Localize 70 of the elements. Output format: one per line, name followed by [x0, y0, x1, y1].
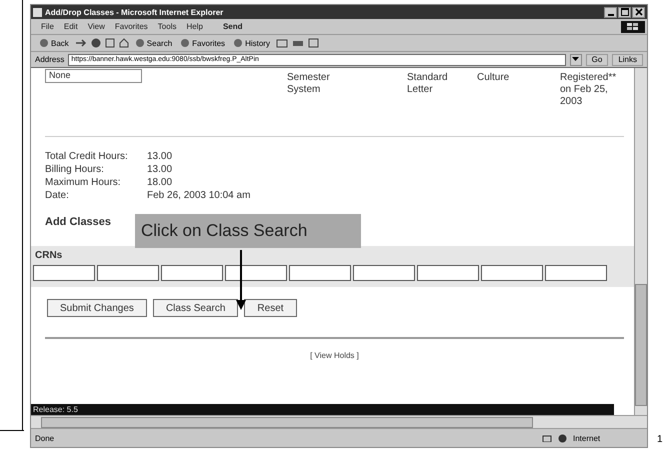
- print-icon[interactable]: [292, 38, 304, 48]
- globe-icon: [558, 434, 567, 442]
- address-label: Address: [35, 55, 64, 64]
- summary-value: Feb 26, 2003 10:04 am: [147, 190, 252, 202]
- minimize-button[interactable]: [604, 6, 617, 18]
- crn-field[interactable]: [97, 265, 159, 281]
- toolbar-button[interactable]: Favorites: [178, 38, 228, 48]
- menu-item[interactable]: Tools: [158, 22, 176, 31]
- toolbar-button[interactable]: Back: [37, 38, 71, 48]
- crn-field[interactable]: [417, 265, 479, 281]
- zone-text: Internet: [573, 434, 602, 442]
- summary-label: Total Credit Hours:: [45, 151, 129, 163]
- release-text: Release: 5.5: [33, 405, 78, 414]
- toolbar-button[interactable]: Search: [132, 38, 174, 48]
- status-text: Done: [35, 434, 56, 442]
- round-icon: [233, 38, 244, 48]
- menu-item[interactable]: Edit: [64, 22, 78, 31]
- go-button[interactable]: Go: [586, 54, 608, 66]
- menu-item[interactable]: Send: [222, 22, 242, 31]
- form-button[interactable]: Reset: [244, 299, 297, 317]
- browser-icon: [33, 8, 42, 16]
- summary-value: 18.00: [147, 177, 174, 189]
- callout-arrow: [235, 250, 247, 310]
- edit-icon[interactable]: [308, 38, 320, 48]
- summary-label: Billing Hours:: [45, 164, 105, 176]
- crn-field[interactable]: [481, 265, 543, 281]
- links-button[interactable]: Links: [612, 54, 643, 66]
- toolbar-button[interactable]: History: [231, 38, 272, 48]
- round-icon: [39, 38, 49, 48]
- select-field[interactable]: None: [45, 69, 142, 83]
- table-cell-text: Standard Letter: [407, 72, 449, 96]
- vertical-scrollbar[interactable]: [634, 68, 647, 415]
- table-cell-text: Registered** on Feb 25, 2003: [560, 72, 618, 108]
- table-cell-text: Semester System: [287, 72, 331, 96]
- menu-item[interactable]: View: [88, 22, 105, 31]
- crns-label: CRNs: [35, 250, 64, 261]
- table-cell: Culture: [477, 72, 510, 84]
- window-title: Add/Drop Classes - Microsoft Internet Explorer: [45, 8, 224, 16]
- form-button[interactable]: Class Search: [152, 299, 238, 317]
- menu-item[interactable]: Favorites: [114, 22, 148, 31]
- crn-field[interactable]: [161, 265, 223, 281]
- form-button[interactable]: Submit Changes: [47, 299, 147, 317]
- windows-logo-icon: [621, 20, 645, 32]
- callout-label: Click on Class Search: [135, 214, 361, 248]
- crn-field[interactable]: [353, 265, 415, 281]
- close-button[interactable]: [632, 6, 645, 18]
- menu-item[interactable]: Help: [186, 22, 203, 31]
- maximize-icon: [620, 8, 628, 16]
- crn-field[interactable]: [33, 265, 95, 281]
- crn-field[interactable]: [225, 265, 287, 281]
- crn-field[interactable]: [545, 265, 607, 281]
- home-icon[interactable]: [118, 38, 129, 48]
- close-icon: [634, 8, 642, 16]
- page-number: 1: [657, 434, 663, 445]
- menu-item[interactable]: File: [41, 22, 54, 31]
- summary-value: 13.00: [147, 164, 174, 176]
- stop-icon[interactable]: [90, 38, 101, 48]
- summary-label: Date:: [45, 190, 70, 202]
- horizontal-scrollbar[interactable]: [31, 415, 647, 428]
- crn-field[interactable]: [289, 265, 351, 281]
- section-heading: Add Classes: [45, 216, 112, 228]
- maximize-button[interactable]: [618, 6, 631, 18]
- round-icon: [134, 38, 145, 48]
- round-icon: [180, 38, 190, 48]
- forward-arrow-icon[interactable]: [74, 38, 87, 48]
- summary-value: 13.00: [147, 151, 174, 163]
- view-holds-link[interactable]: [ View Holds ]: [310, 351, 359, 360]
- summary-label: Maximum Hours:: [45, 177, 122, 189]
- refresh-icon[interactable]: [104, 38, 115, 48]
- mail-icon[interactable]: [276, 38, 288, 48]
